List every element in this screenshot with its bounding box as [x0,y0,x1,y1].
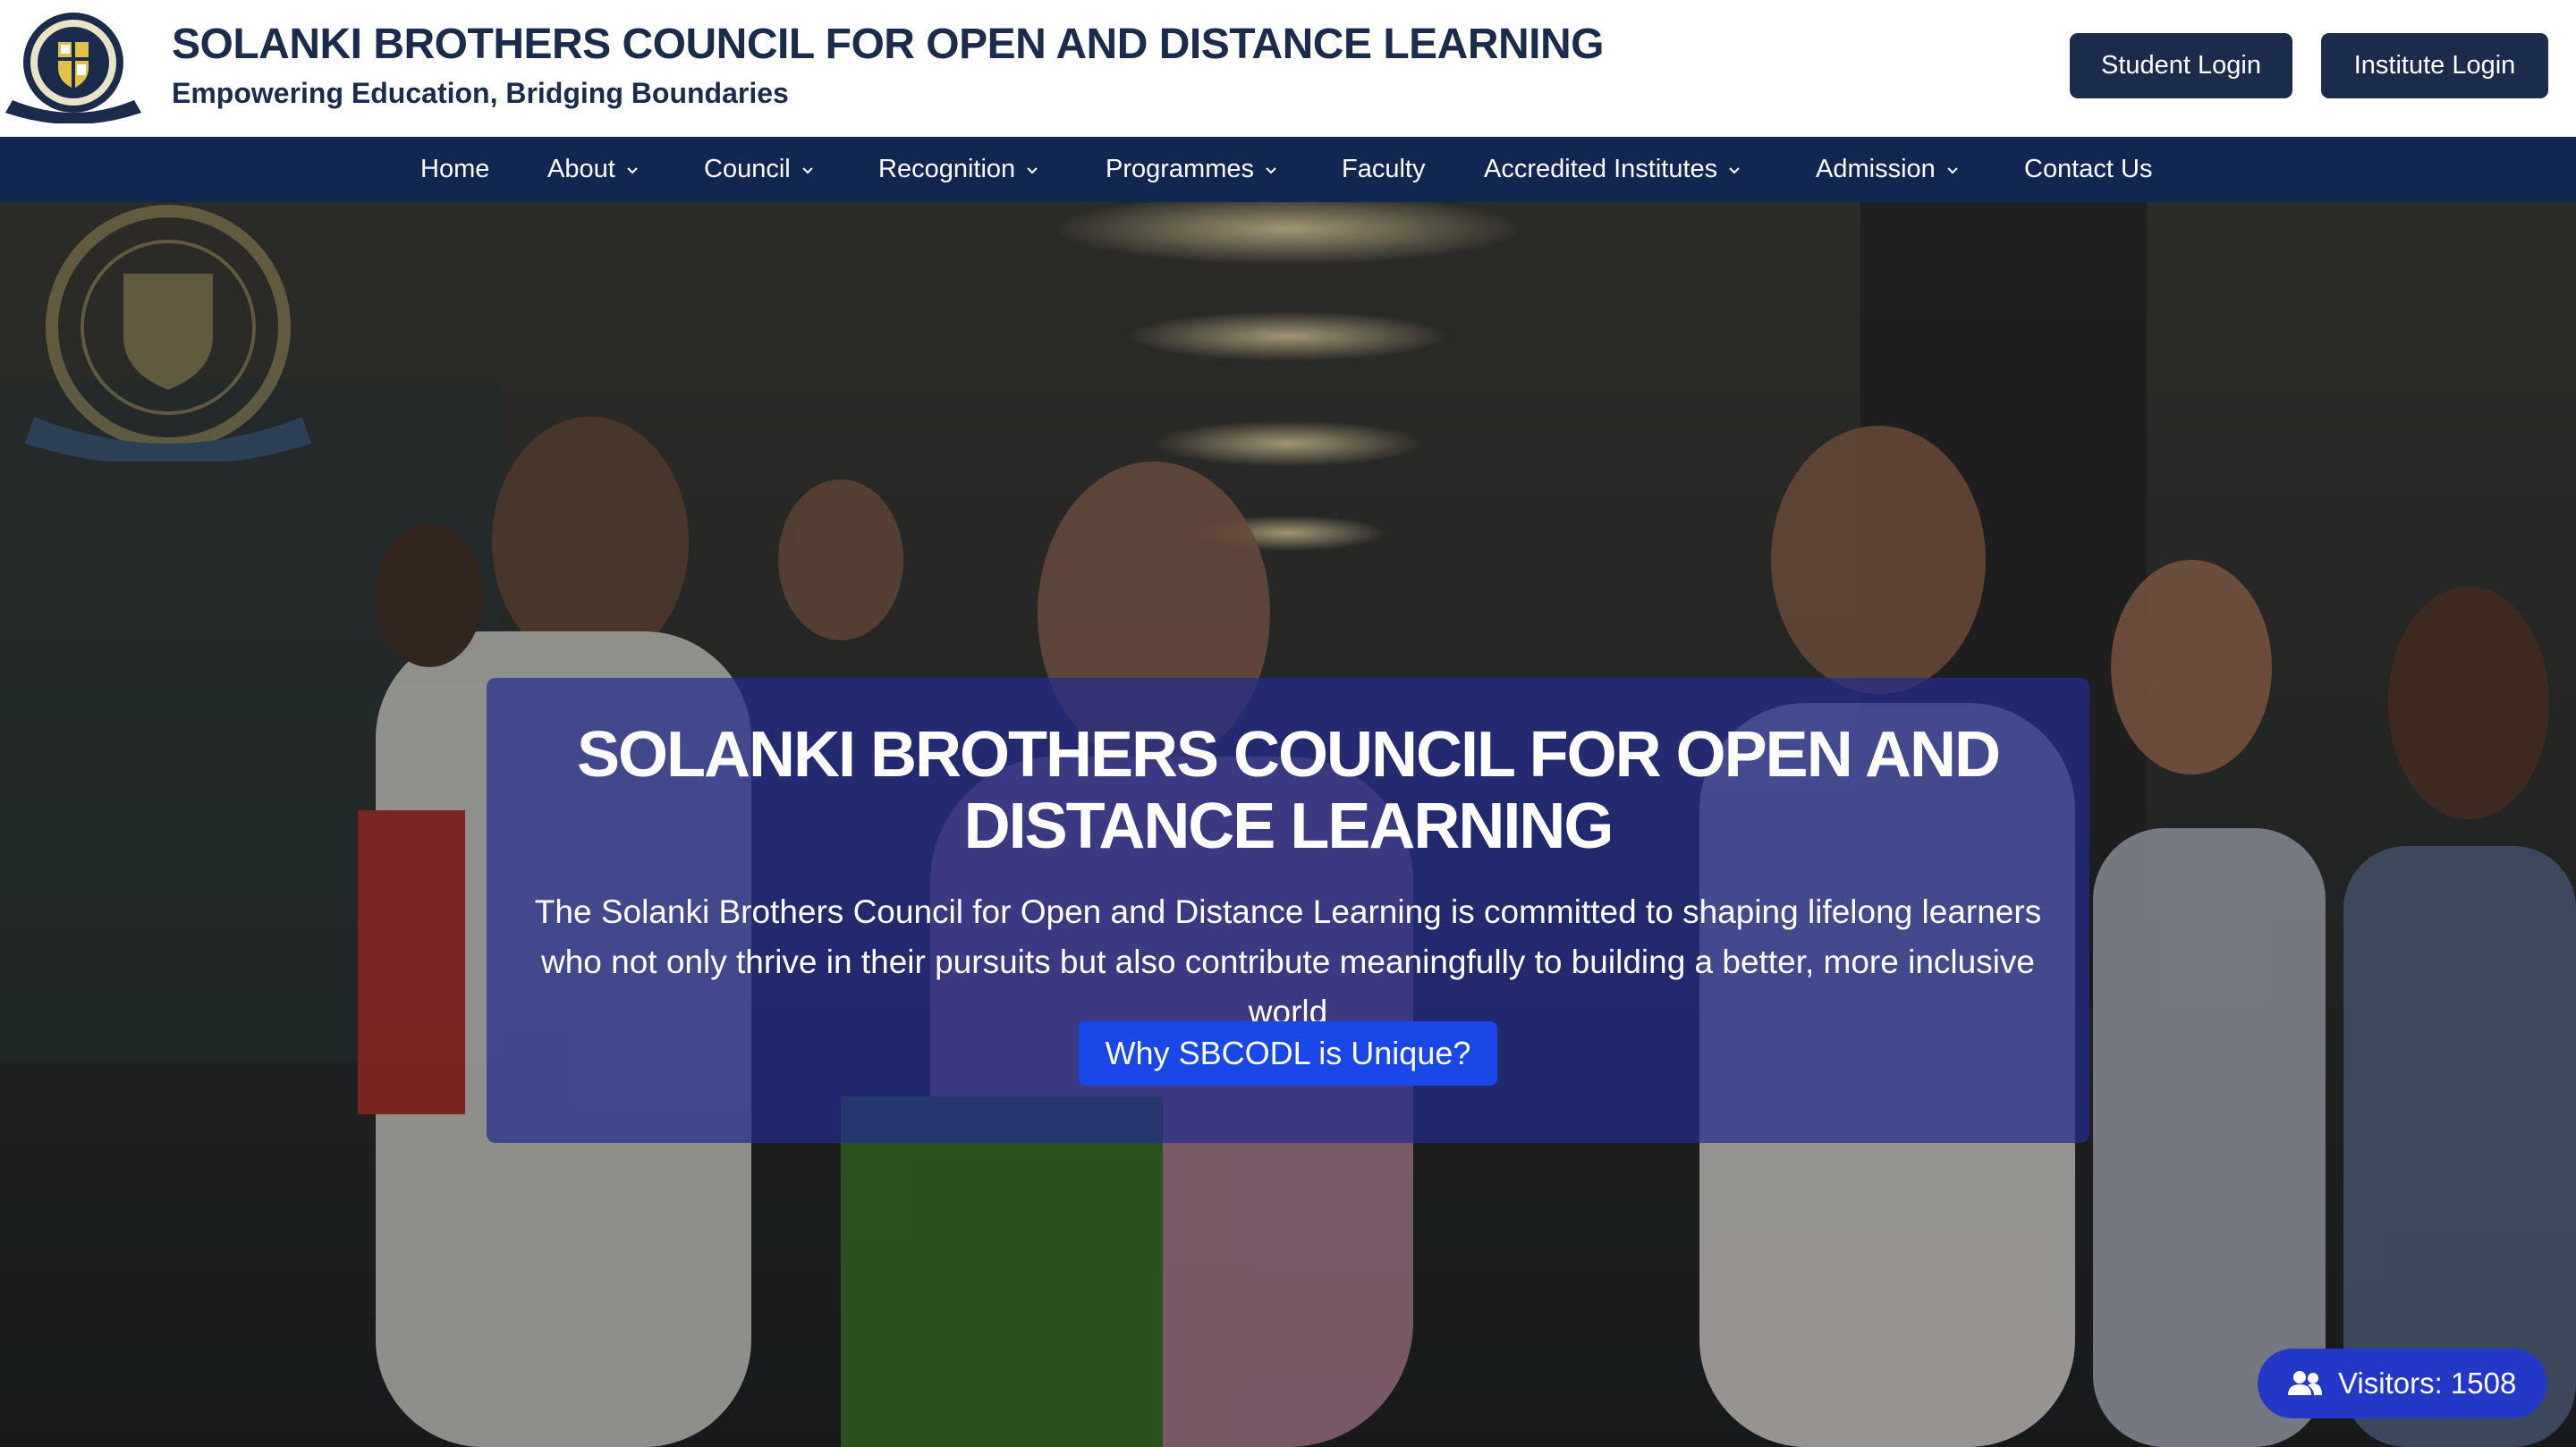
student-login-button[interactable]: Student Login [2070,33,2292,98]
nav-item-label: Faculty [1342,155,1426,183]
hero-card: SOLANKI BROTHERS COUNCIL FOR OPEN AND DI… [487,678,2089,1143]
visitor-counter-badge: Visitors: 1508 [2258,1349,2547,1418]
nav-item-label: Programmes [1106,155,1254,183]
nav-item-contact-us[interactable]: Contact Us [2024,137,2152,202]
site-title: SOLANKI BROTHERS COUNCIL FOR OPEN AND DI… [172,21,1604,68]
nav-item-council[interactable]: Council [704,137,814,202]
nav-item-home[interactable]: Home [420,137,489,202]
chevron-down-icon [627,166,638,173]
nav-item-admission[interactable]: Admission [1816,137,1959,202]
visitor-count-label: Visitors: 1508 [2338,1367,2517,1400]
nav-item-label: Accredited Institutes [1484,155,1718,183]
site-header: SOLANKI BROTHERS COUNCIL FOR OPEN AND DI… [0,0,2576,137]
nav-item-label: Home [420,155,490,183]
institute-login-button[interactable]: Institute Login [2321,33,2548,98]
nav-item-label: Contact Us [2024,155,2153,183]
nav-item-label: Admission [1816,155,1936,183]
nav-item-programmes[interactable]: Programmes [1106,137,1277,202]
hero-title: SOLANKI BROTHERS COUNCIL FOR OPEN AND DI… [576,719,2001,862]
chevron-down-icon [1947,166,1958,173]
watermark-logo [25,205,311,461]
nav-item-label: Recognition [878,155,1016,183]
why-unique-button[interactable]: Why SBCODL is Unique? [1079,1021,1497,1086]
nav-item-label: Council [704,155,791,183]
nav-item-faculty[interactable]: Faculty [1342,137,1425,202]
users-icon [2288,1371,2322,1395]
nav-item-accredited-institutes[interactable]: Accredited Institutes [1484,137,1741,202]
nav-item-about[interactable]: About [547,137,639,202]
nav-item-label: About [547,155,615,183]
hero-section: SOLANKI BROTHERS COUNCIL FOR OPEN AND DI… [0,202,2576,1447]
chevron-down-icon [1027,166,1038,173]
main-navigation: Home About Council Recognition Programme… [0,137,2576,202]
site-tagline: Empowering Education, Bridging Boundarie… [172,77,789,109]
nav-item-recognition[interactable]: Recognition [878,137,1038,202]
council-logo[interactable] [4,7,143,123]
chevron-down-icon [802,166,813,173]
hero-description: The Solanki Brothers Council for Open an… [534,893,2042,1030]
chevron-down-icon [1266,166,1276,173]
chevron-down-icon [1729,166,1740,173]
